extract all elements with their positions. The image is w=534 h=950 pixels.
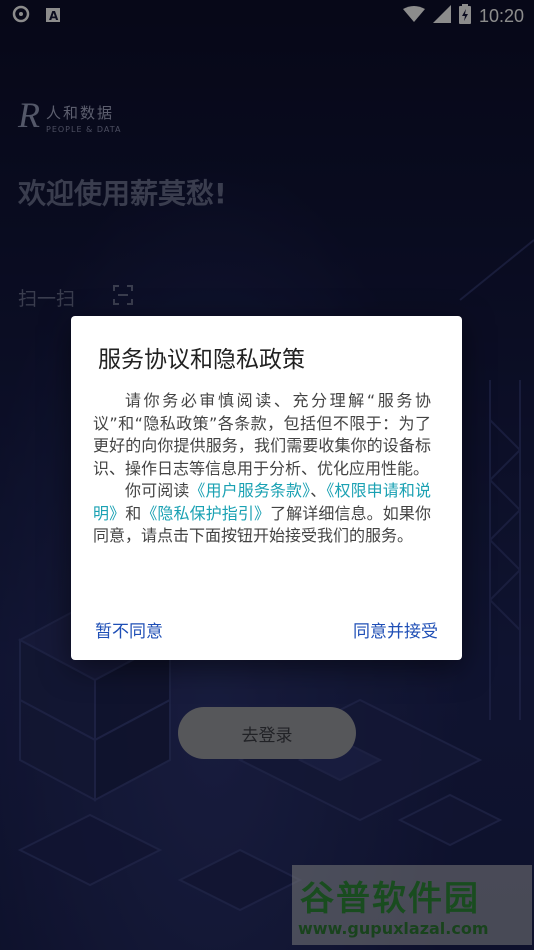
separator-1: 、	[310, 481, 327, 500]
dialog-title: 服务协议和隐私政策	[98, 347, 305, 373]
dialog-paragraph-1: 请你务必审慎阅读、充分理解“服务协议”和“隐私政策”各条款，包括但不限于：为了更…	[93, 391, 431, 478]
decline-button[interactable]: 暂不同意	[95, 617, 163, 642]
privacy-link[interactable]: 《隐私保护指引》	[141, 504, 270, 523]
accept-button[interactable]: 同意并接受	[353, 617, 438, 642]
separator-2: 和	[125, 503, 142, 523]
dialog-paragraph-2: 你可阅读《用户服务条款》、《权限申请和说明》和《隐私保护指引》了解详细信息。如果…	[93, 480, 431, 548]
dialog-body: 请你务必审慎阅读、充分理解“服务协议”和“隐私政策”各条款，包括但不限于：为了更…	[93, 390, 431, 548]
privacy-dialog: 服务协议和隐私政策 请你务必审慎阅读、充分理解“服务协议”和“隐私政策”各条款，…	[71, 316, 462, 660]
terms-link[interactable]: 《用户服务条款》	[189, 481, 310, 500]
para2-prefix: 你可阅读	[125, 481, 190, 500]
